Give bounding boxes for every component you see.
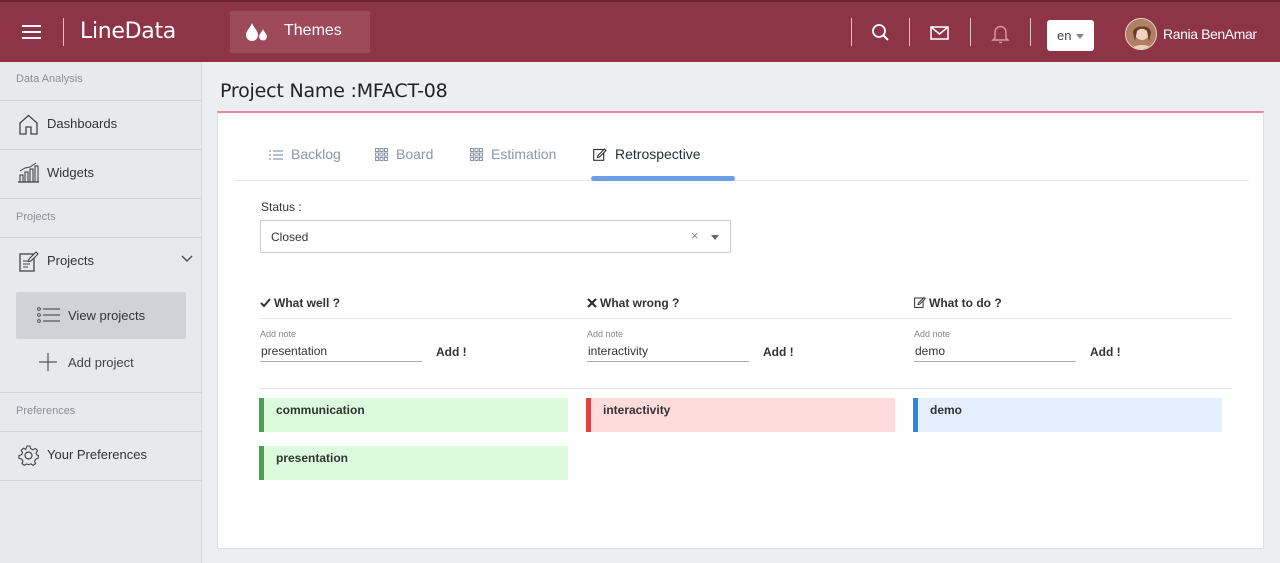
bell-icon[interactable] [990,23,1012,45]
section-projects: Projects [16,211,56,223]
sidebar-item-view-projects[interactable]: View projects [16,292,186,339]
add-what-well-button[interactable]: Add ! [436,345,467,359]
list-icon [269,150,283,160]
sidebar-item-label: Projects [47,253,94,268]
note-text: interactivity [603,403,671,417]
column-what-wrong-header: What wrong ? [587,296,679,310]
sidebar-item-label: View projects [68,308,146,323]
todo-note-card[interactable]: demo [913,398,1222,432]
list-icon [37,307,60,323]
bar-chart-icon [18,162,39,183]
tab-label: Backlog [291,146,341,162]
add-note-label: Add note [914,329,951,339]
sidebar-item-label: Your Preferences [47,447,147,462]
chevron-down-icon [181,255,193,263]
grid-icon [470,148,483,161]
app-logo[interactable]: LineData [80,19,176,44]
column-title: What to do ? [929,296,1002,310]
column-title: What well ? [274,296,340,310]
divider [1030,18,1031,46]
tab-retrospective[interactable]: Retrospective [593,146,701,162]
section-preferences: Preferences [16,405,76,417]
user-name[interactable]: Rania BenAmar [1163,26,1257,42]
divider [260,388,1232,389]
divider [970,18,971,46]
tab-label: Estimation [491,146,557,162]
divider [0,100,202,101]
themes-button[interactable]: Themes [230,11,370,53]
sidebar-item-label: Dashboards [47,116,118,131]
chevron-down-icon [1076,34,1084,39]
divider [909,18,910,46]
edit-document-icon [19,251,39,272]
section-data-analysis: Data Analysis [16,73,83,85]
tab-label: Board [396,146,434,162]
check-icon [260,298,271,308]
tab-estimation[interactable]: Estimation [470,146,556,162]
divider [851,18,852,46]
themes-label: Themes [284,22,342,39]
divider [0,480,202,481]
grid-icon [375,148,388,161]
gear-icon [18,445,40,466]
mail-icon[interactable] [929,23,951,45]
divider [0,237,202,238]
what-wrong-note-input[interactable] [587,340,749,362]
add-what-wrong-button[interactable]: Add ! [763,345,794,359]
edit-icon [914,296,926,308]
well-note-card[interactable]: communication [259,398,568,432]
wrong-note-card[interactable]: interactivity [586,398,895,432]
sidebar-item-preferences[interactable]: Your Preferences [0,435,202,475]
status-label: Status : [261,200,302,214]
chevron-down-icon[interactable] [711,235,719,240]
times-icon [587,298,597,308]
tab-board[interactable]: Board [375,146,433,162]
top-navbar: LineData Themes en Rania BenAmar [0,0,1280,62]
column-what-to-do-header: What to do ? [914,296,1002,310]
add-note-label: Add note [260,329,297,339]
tab-bar: Backlog Board Estimation Retrospective [234,113,1249,181]
menu-toggle-icon[interactable] [22,25,41,39]
divider [0,149,202,150]
sidebar-item-add-project[interactable]: Add project [16,342,186,382]
active-tab-indicator [591,176,735,181]
edit-icon [593,148,607,161]
water-drop-icon [246,23,267,41]
divider [260,318,1232,319]
column-what-well-header: What well ? [260,296,340,310]
tab-backlog[interactable]: Backlog [269,146,341,162]
what-well-note-input[interactable] [260,340,422,362]
note-text: communication [276,403,365,417]
note-text: presentation [276,451,349,465]
search-icon[interactable] [870,22,892,44]
note-text: demo [930,403,963,417]
language-value: en [1057,28,1072,43]
status-select[interactable]: Closed × [260,220,731,253]
add-note-label: Add note [587,329,624,339]
retrospective-card: Backlog Board Estimation Retrospective S… [217,111,1264,549]
column-title: What wrong ? [600,296,680,310]
language-select[interactable]: en [1047,20,1094,51]
sidebar-item-projects[interactable]: Projects [0,241,202,281]
tab-label: Retrospective [615,146,701,162]
well-note-card[interactable]: presentation [259,446,568,480]
plus-icon [39,353,57,371]
sidebar-item-dashboards[interactable]: Dashboards [0,104,202,144]
divider [0,431,202,432]
sidebar-item-widgets[interactable]: Widgets [0,153,202,193]
avatar[interactable] [1125,18,1157,50]
sidebar-item-label: Widgets [47,165,94,180]
divider [63,18,64,46]
divider [0,198,202,199]
clear-icon[interactable]: × [691,228,699,243]
add-what-to-do-button[interactable]: Add ! [1090,345,1121,359]
user-photo-icon [1126,19,1156,49]
status-value: Closed [271,230,309,244]
divider [0,392,202,393]
what-to-do-note-input[interactable] [914,340,1076,362]
page-title: Project Name :MFACT-08 [220,80,448,102]
home-icon [19,114,38,135]
sidebar: Data Analysis Dashboards Widgets Project… [0,62,202,563]
sidebar-item-label: Add project [68,355,134,370]
